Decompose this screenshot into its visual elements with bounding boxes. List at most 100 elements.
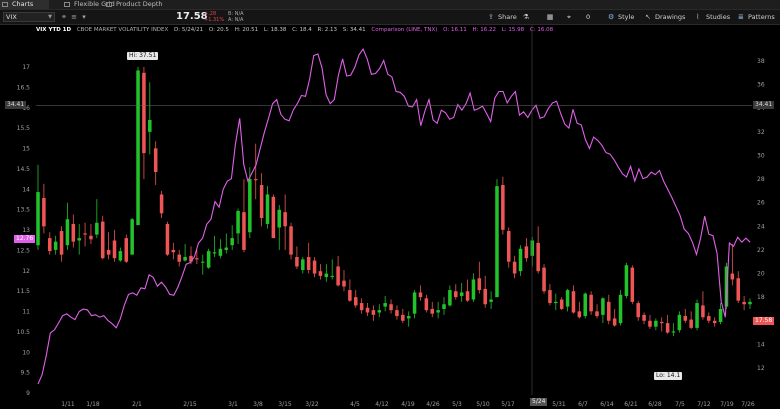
candle-body <box>124 238 129 262</box>
candle-body <box>454 291 458 298</box>
date-tick-label: 7/12 <box>697 401 711 408</box>
date-tick-label: 4/19 <box>401 401 415 408</box>
candle-body <box>348 290 352 301</box>
candle-body <box>71 223 76 242</box>
pin-icon[interactable]: ⌖ <box>565 13 573 21</box>
candle-body <box>206 251 211 268</box>
candle-body <box>648 320 652 327</box>
link-icon[interactable]: ⚭ <box>60 13 68 21</box>
grid-layout-icon[interactable]: ▦ <box>546 13 554 21</box>
tab-product-depth[interactable]: Product Depth <box>104 0 166 9</box>
left-tick-label: 13 <box>22 227 30 234</box>
candle-body <box>742 301 746 305</box>
dropdown-icon[interactable]: ▾ <box>80 13 88 21</box>
left-tick-label: 13.5 <box>17 207 31 214</box>
settings-icon[interactable]: ≡ <box>70 13 78 21</box>
date-tick-label: 1/11 <box>61 401 75 408</box>
candle-body <box>42 197 46 227</box>
candle-body <box>59 231 64 255</box>
studies-icon: ⌇ <box>696 13 700 21</box>
candle-body <box>701 305 705 318</box>
candle-body <box>748 301 752 305</box>
candle-body <box>342 280 346 287</box>
crosshair-price-right: 34.41 <box>753 101 775 109</box>
left-tick-label: 16.5 <box>17 84 31 91</box>
candle-body <box>695 303 699 328</box>
candle-body <box>418 292 423 298</box>
price-change: +.28 +1.31% <box>204 11 224 23</box>
right-tick-label: 14 <box>757 341 765 348</box>
candle-body <box>289 226 293 255</box>
candle-body <box>459 292 464 296</box>
studies-label: Studies <box>706 13 731 21</box>
patterns-button[interactable]: ≣ Patterns <box>738 11 775 23</box>
candle-body <box>371 310 376 315</box>
candle-body <box>659 321 664 324</box>
candle-body <box>477 278 482 291</box>
date-tick-label: 5/31 <box>552 401 566 408</box>
candle-body <box>607 301 611 321</box>
drawings-button[interactable]: ↖ Drawings <box>645 11 685 23</box>
candle-body <box>642 314 646 321</box>
right-tick-label: 18 <box>757 294 765 301</box>
tab-label: Charts <box>12 0 34 8</box>
chevron-down-icon[interactable]: ▼ <box>48 13 52 21</box>
price-chart[interactable]: 1716.51615.51514.51413.51312.51211.51110… <box>0 25 780 409</box>
candle-body <box>271 196 276 239</box>
style-button[interactable]: ⚙ Style <box>608 11 634 23</box>
symbol-input[interactable]: VIX ▼ <box>3 12 55 22</box>
candle-body <box>554 301 558 304</box>
candle-body <box>618 294 623 324</box>
candle-body <box>654 320 658 327</box>
date-tick-label: 6/7 <box>578 401 588 408</box>
tab-charts[interactable]: Charts <box>0 0 49 9</box>
low-bubble: Lo: 14.1 <box>654 372 683 380</box>
right-tick-label: 28 <box>757 176 765 183</box>
left-tick-label: 14.5 <box>17 166 31 173</box>
candle-body <box>142 72 146 154</box>
candle-body <box>707 316 711 321</box>
share-button[interactable]: ⇪ Share <box>488 11 517 23</box>
candle-body <box>295 257 299 267</box>
left-tick-label: 10 <box>22 349 30 356</box>
left-tick-label: 12 <box>22 268 30 275</box>
candle-body <box>430 308 435 314</box>
date-tick-label: 6/21 <box>624 401 638 408</box>
candle-body <box>112 240 117 259</box>
left-tick-label: 12.5 <box>17 247 31 254</box>
candle-body <box>565 290 570 307</box>
bid-ask: B: N/A A: N/A <box>228 11 244 23</box>
candle-body <box>548 290 552 304</box>
candle-body <box>595 311 599 317</box>
flask-icon[interactable]: ⚗ <box>522 13 530 21</box>
candle-body <box>153 148 158 172</box>
candle-body <box>248 179 252 233</box>
gear-icon: ⚙ <box>608 13 615 21</box>
candle-body <box>501 184 505 230</box>
drawings-label: Drawings <box>655 13 686 21</box>
candle-body <box>471 279 476 300</box>
candle-body <box>665 323 670 333</box>
left-tick-label: 9 <box>26 390 30 397</box>
date-tick-label: 5/10 <box>476 401 490 408</box>
cursor-date-tag: 5/24 <box>530 398 548 406</box>
active-trader-count[interactable]: 0 <box>586 11 590 23</box>
candle-body <box>95 222 99 235</box>
grid-icon <box>64 2 70 7</box>
candle-body <box>242 212 246 250</box>
candle-body <box>353 297 358 306</box>
candle-body <box>483 288 487 305</box>
candle-body <box>571 291 576 313</box>
studies-button[interactable]: ⌇ Studies <box>696 11 730 23</box>
candle-body <box>265 194 270 224</box>
candle-body <box>283 212 287 227</box>
left-tick-label: 9.5 <box>20 370 30 377</box>
candle-body <box>542 267 546 292</box>
right-tick-label: 20 <box>757 271 765 278</box>
candle-body <box>442 304 446 309</box>
candle-body <box>330 275 334 277</box>
chart-icon <box>2 2 8 7</box>
candle-body <box>465 291 470 301</box>
share-icon: ⇪ <box>488 13 494 21</box>
candle-body <box>671 331 676 333</box>
